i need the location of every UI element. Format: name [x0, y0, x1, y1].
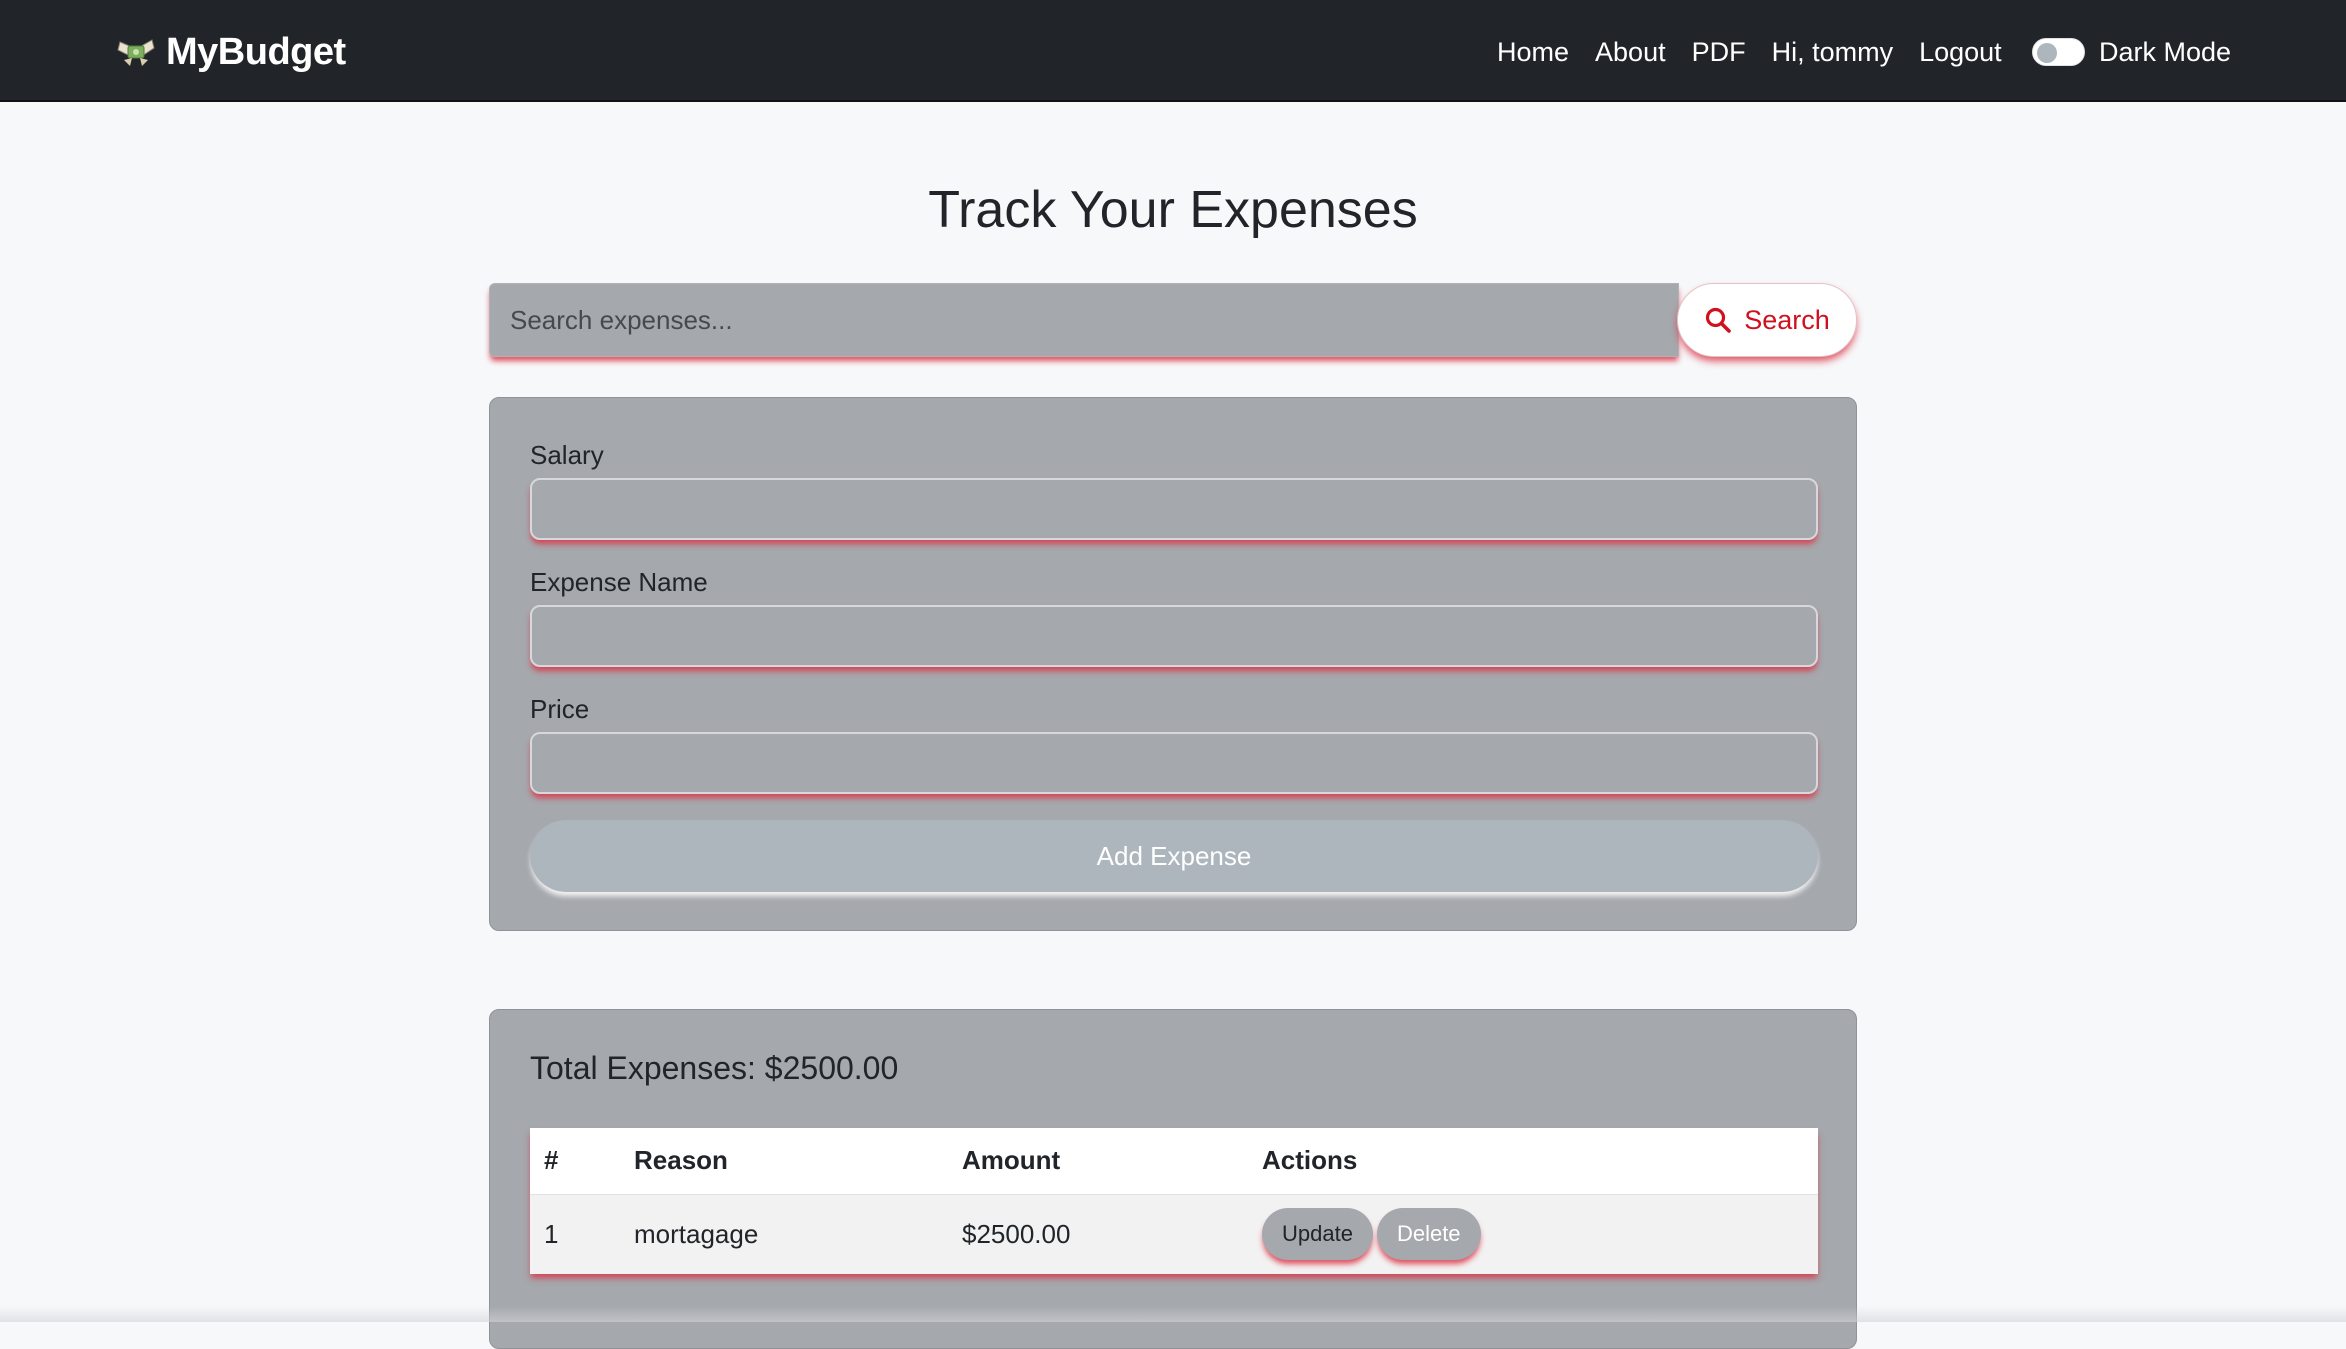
page-title: Track Your Expenses [928, 181, 1418, 239]
expense-name-input[interactable] [530, 605, 1818, 667]
brand-link[interactable]: MyBudget [116, 28, 346, 76]
bottom-edge [0, 1306, 2346, 1322]
search-button-label: Search [1744, 304, 1830, 335]
salary-label: Salary [530, 440, 604, 470]
salary-input[interactable] [530, 478, 1818, 540]
search-input[interactable] [489, 283, 1679, 357]
nav-pdf-link[interactable]: PDF [1692, 37, 1746, 68]
expenses-card: Total Expenses: $2500.00 # Reason Amount… [489, 1009, 1857, 1349]
row-reason: mortagage [620, 1194, 948, 1274]
expense-form-card: Salary Expense Name Price Add Expense [489, 397, 1857, 931]
table-header-row: # Reason Amount Actions [530, 1128, 1818, 1195]
table-row: 1 mortagage $2500.00 Update Delete [530, 1194, 1818, 1274]
search-button[interactable]: Search [1677, 283, 1857, 357]
add-expense-button[interactable]: Add Expense [530, 820, 1818, 892]
dark-mode-toggle[interactable] [2032, 38, 2085, 66]
nav-logout-link[interactable]: Logout [1919, 37, 2002, 68]
total-expenses: Total Expenses: $2500.00 [530, 1050, 899, 1086]
row-number: 1 [530, 1194, 620, 1274]
toggle-knob [2037, 43, 2057, 63]
row-actions: Update Delete [1248, 1194, 1818, 1274]
update-button[interactable]: Update [1262, 1208, 1373, 1261]
dark-mode-switch[interactable]: Dark Mode [2032, 30, 2231, 74]
price-label: Price [530, 694, 590, 724]
money-wings-icon [116, 32, 156, 72]
search-icon [1706, 307, 1732, 333]
row-amount: $2500.00 [948, 1194, 1248, 1274]
nav-about-link[interactable]: About [1595, 37, 1666, 68]
expenses-table: # Reason Amount Actions 1 mortagage $250… [530, 1128, 1818, 1274]
expense-name-label: Expense Name [530, 567, 708, 597]
column-header-number: # [530, 1128, 620, 1195]
nav-links: Home About PDF Hi, tommy Logout [1497, 30, 2002, 74]
column-header-reason: Reason [620, 1128, 948, 1195]
brand-name: MyBudget [166, 30, 346, 73]
column-header-amount: Amount [948, 1128, 1248, 1195]
nav-home-link[interactable]: Home [1497, 37, 1569, 68]
delete-button[interactable]: Delete [1376, 1208, 1481, 1261]
navbar: MyBudget Home About PDF Hi, tommy Logout… [0, 0, 2346, 102]
nav-user-greeting[interactable]: Hi, tommy [1772, 37, 1894, 68]
search-bar: Search [489, 283, 1857, 357]
column-header-actions: Actions [1248, 1128, 1818, 1195]
price-input[interactable] [530, 732, 1818, 794]
dark-mode-label: Dark Mode [2099, 36, 2232, 67]
